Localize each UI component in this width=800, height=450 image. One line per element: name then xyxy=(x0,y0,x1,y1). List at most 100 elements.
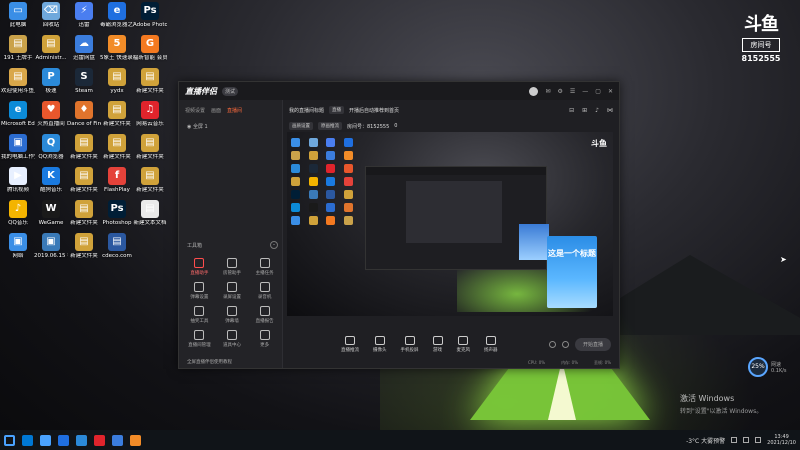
desktop-icon[interactable]: ▤ 新建文件夹 xyxy=(100,134,134,161)
desktop-icon[interactable]: ▤ Administr... xyxy=(34,35,68,62)
desktop-icon[interactable]: ▤ 新建文件夹 xyxy=(67,167,101,194)
tool-item[interactable]: 房管助手 xyxy=(216,258,249,276)
minimize-icon[interactable]: — xyxy=(582,88,588,95)
maximize-icon[interactable]: ▢ xyxy=(595,88,601,95)
gift-icon[interactable]: ⊞ xyxy=(582,107,587,114)
share-icon[interactable]: ⋈ xyxy=(607,107,613,114)
push-chip[interactable]: 原画推流 xyxy=(318,122,342,130)
message-icon[interactable]: ✉ xyxy=(545,88,550,95)
desktop-icon[interactable]: ⚡ 迅雷 xyxy=(67,2,101,29)
desktop-icon[interactable]: ♥ 火热直播间 xyxy=(34,101,68,128)
tool-item[interactable]: 直播间管理 xyxy=(183,330,216,348)
network-meter[interactable]: 25% xyxy=(748,357,768,377)
tool-item[interactable]: 直播助手 xyxy=(183,258,216,276)
desktop-icon[interactable]: ♦ Dance of Fire xyxy=(67,101,101,128)
bottom-tool[interactable]: 扬声器 xyxy=(484,335,498,353)
desktop-icon[interactable]: ▤ 新建文件夹 xyxy=(67,134,101,161)
desktop-icon[interactable]: ▣ 我的电脑工作空间 xyxy=(1,134,35,161)
desktop-icon[interactable]: ▤ 新建文件夹 xyxy=(133,134,167,161)
settings-icon[interactable] xyxy=(561,340,569,348)
taskbar-app-icon[interactable] xyxy=(58,434,69,446)
app-version-badge[interactable]: 测试 xyxy=(222,86,239,96)
desktop-icon[interactable]: ▶ 腾讯视频 xyxy=(1,167,35,194)
left-tabs: 视频设置 画面 直播间 xyxy=(179,100,282,121)
tab-1[interactable]: 画面 xyxy=(211,107,221,114)
taskbar-app-icon[interactable] xyxy=(76,434,87,446)
desktop-icon[interactable]: ▣ 网络 xyxy=(1,233,35,260)
desktop-icon[interactable]: e Microsoft Edge xyxy=(1,101,35,128)
bottom-tool[interactable]: 摄像头 xyxy=(373,335,387,353)
desktop-icon[interactable]: ♪ QQ音乐 xyxy=(1,200,35,227)
desktop-icon[interactable]: Ps Photoshop xyxy=(100,200,134,227)
start-button[interactable] xyxy=(4,434,15,446)
desktop-icon[interactable]: W WeGame xyxy=(34,200,68,227)
desktop-icon[interactable]: ⌫ 回收站 xyxy=(34,2,68,29)
desktop-icon[interactable]: ▤ 新建文件夹 xyxy=(133,167,167,194)
tool-item[interactable]: 弹幕设置 xyxy=(183,282,216,300)
clock[interactable]: 13:49 2021/12/10 xyxy=(767,434,796,446)
desktop-icon[interactable]: ☁ 迅雷网盘 xyxy=(67,35,101,62)
start-live-button[interactable]: 开始直播 xyxy=(574,337,611,351)
bell-icon[interactable]: ♪ xyxy=(595,107,599,114)
desktop-icon[interactable]: ▤ 新建文本文档 xyxy=(133,200,167,227)
tab-0[interactable]: 视频设置 xyxy=(185,107,205,114)
desktop-icon[interactable]: e 毒霸浏览器之家 xyxy=(100,2,134,29)
bottom-tool[interactable]: 游戏 xyxy=(432,335,443,353)
menu-icon[interactable]: ☰ xyxy=(570,88,575,95)
desktop-icon[interactable]: f FlashPlay xyxy=(100,167,134,194)
quality-chip[interactable]: 画质设置 xyxy=(289,122,313,130)
tool-item[interactable]: 主播任务 xyxy=(248,258,281,276)
desktop-icon[interactable]: ▭ 此电脑 xyxy=(1,2,35,29)
desktop-icon[interactable]: S Steam xyxy=(67,68,101,95)
taskbar-app-icon[interactable] xyxy=(112,434,123,446)
desktop-icon[interactable]: ▤ 191 王牌手 xyxy=(1,35,35,62)
tool-item[interactable]: 录音机 xyxy=(248,282,281,300)
desktop-icon[interactable]: ▤ 新建文件夹 xyxy=(100,101,134,128)
desktop-icon[interactable]: ▤ 新建文件夹 xyxy=(67,233,101,260)
stream-preview[interactable]: 斗鱼 这是一个标题 xyxy=(287,132,613,316)
category-tag[interactable]: 直播 xyxy=(329,106,345,114)
tool-item[interactable]: 录屏设置 xyxy=(216,282,249,300)
desktop-icon[interactable]: ▤ 新建文件夹 xyxy=(133,68,167,95)
tray-icon[interactable] xyxy=(755,437,762,443)
preview-icon xyxy=(326,203,335,212)
desktop-icon[interactable]: K 酷狗音乐 xyxy=(34,167,68,194)
desktop-icon[interactable]: P 极速 xyxy=(34,68,68,95)
avatar[interactable] xyxy=(529,86,539,96)
desktop-icon[interactable]: ▤ 欢迎使用斗鱼直播助手 xyxy=(1,68,35,95)
desktop-icon[interactable]: ▣ 2019.06.15 截图 xyxy=(34,233,68,260)
desktop-icon[interactable]: G 福昕智能 会员版 xyxy=(133,35,167,62)
taskbar-app-icon[interactable] xyxy=(40,434,51,446)
desktop-icon[interactable]: ♫ 网易云音乐 xyxy=(133,101,167,128)
weather-widget[interactable]: -3°C 大雾预警 xyxy=(686,436,725,445)
desktop-icon[interactable]: Ps Adobe Photosh... xyxy=(133,2,167,29)
desktop-icon[interactable]: ▤ cdeco.com xyxy=(100,233,134,260)
desktop-icon[interactable]: ▤ 新建文件夹 xyxy=(67,200,101,227)
app-icon: ▤ xyxy=(141,68,159,86)
desktop-icon[interactable]: Q QQ浏览器 xyxy=(34,134,68,161)
bottom-tool[interactable]: 手机投屏 xyxy=(401,335,419,353)
tool-item[interactable]: 弹幕墙 xyxy=(216,306,249,324)
tool-item[interactable]: 抽奖工具 xyxy=(183,306,216,324)
room-title[interactable]: 我的直播间标题 xyxy=(289,107,324,114)
bottom-tool[interactable]: 麦克风 xyxy=(457,335,470,353)
tray-icon[interactable] xyxy=(743,437,750,443)
settings-icon[interactable]: ⚙ xyxy=(558,88,563,95)
bottom-tool[interactable]: 直播推流 xyxy=(341,335,359,353)
desktop-icon[interactable]: 5 5象王 快速录屏 xyxy=(100,35,134,62)
tab-2[interactable]: 直播间 xyxy=(227,107,242,114)
toolbox-collapse-icon[interactable]: – xyxy=(270,241,278,249)
eye-icon[interactable] xyxy=(548,340,556,348)
tool-item[interactable]: 道具中心 xyxy=(216,330,249,348)
taskbar-app-icon[interactable] xyxy=(22,434,33,446)
desktop-icon[interactable]: ▤ yydx xyxy=(100,68,134,95)
close-icon[interactable]: ✕ xyxy=(608,88,613,95)
lock-icon[interactable]: ⊟ xyxy=(569,107,574,114)
tool-item[interactable]: 更多 xyxy=(248,330,281,348)
scene-item[interactable]: ◉ 全屏 1 xyxy=(179,121,282,132)
tutorial-link[interactable]: 全屏直播伴侣使用教程 xyxy=(187,359,232,365)
tool-item[interactable]: 直播报告 xyxy=(248,306,281,324)
taskbar-app-icon[interactable] xyxy=(130,434,141,446)
tray-icon[interactable] xyxy=(731,437,738,443)
taskbar-app-icon[interactable] xyxy=(94,434,105,446)
